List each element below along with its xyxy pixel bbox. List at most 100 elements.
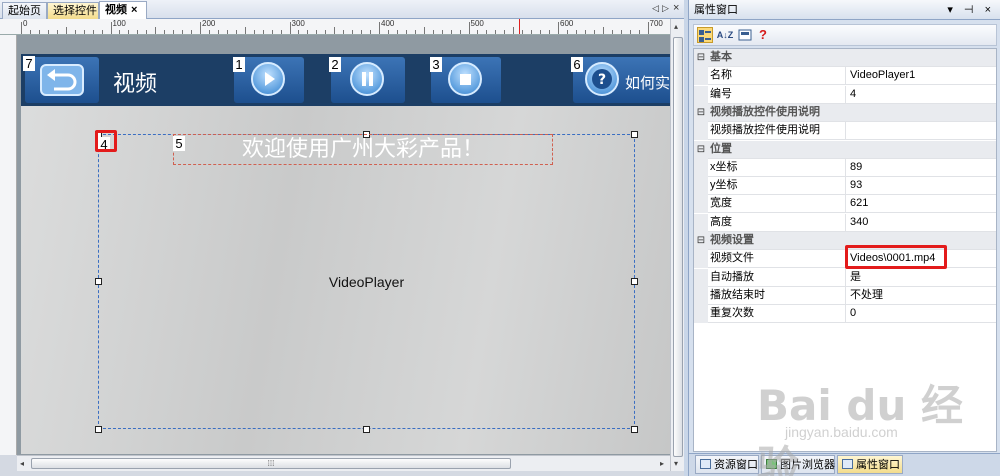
ruler-tick <box>540 30 542 34</box>
property-category[interactable]: ⊟ 视频播放控件使用说明 <box>694 103 996 122</box>
tab-label: 资源窗口 <box>714 459 758 471</box>
sort-az-icon: A↓Z <box>716 30 734 40</box>
highlight-box <box>95 130 117 152</box>
pause-button[interactable] <box>331 57 405 103</box>
ruler-tick <box>459 30 461 34</box>
property-row[interactable]: x坐标 89 <box>694 158 996 177</box>
property-category[interactable]: ⊟ 基本 <box>694 49 996 67</box>
ruler-tick <box>137 30 139 34</box>
ruler-tick <box>566 30 568 34</box>
property-value[interactable]: 是 <box>847 269 995 287</box>
tab-close-icon[interactable]: × <box>131 4 137 16</box>
collapse-toggle-icon[interactable]: ⊟ <box>694 232 708 250</box>
baidu-jingyan-watermark: Bai du 经验 jingyan.baidu.com <box>745 368 990 476</box>
ruler-tick <box>182 30 184 34</box>
watermark-url: jingyan.baidu.com <box>785 424 898 440</box>
ruler-tick <box>558 22 559 34</box>
ruler-label: 200 <box>202 19 216 28</box>
scroll-up-icon[interactable]: ▴ <box>674 22 678 31</box>
scroll-left-icon[interactable]: ◂ <box>20 459 24 468</box>
property-value[interactable]: 0 <box>847 305 995 323</box>
close-document-icon[interactable]: × <box>673 2 679 14</box>
control-id-label: 5 <box>173 136 185 151</box>
ruler-tick <box>343 30 345 34</box>
property-row[interactable]: 名称 VideoPlayer1 <box>694 67 996 86</box>
highlight-box <box>845 245 947 269</box>
ruler-tick <box>208 30 210 34</box>
tab-select-control[interactable]: 选择控件 <box>47 2 99 19</box>
property-row[interactable]: 高度 340 <box>694 213 996 232</box>
property-name: 宽度 <box>708 195 846 214</box>
sort-az-button[interactable]: A↓Z <box>715 27 735 43</box>
resize-handle[interactable] <box>95 426 102 433</box>
property-value[interactable]: 621 <box>847 195 995 213</box>
scroll-thumb[interactable] <box>673 37 683 457</box>
welcome-text-control[interactable]: 欢迎使用广州大彩产品！ <box>173 134 553 165</box>
property-name: 高度 <box>708 213 846 232</box>
help-icon: ? <box>585 62 619 96</box>
category-label: 视频播放控件使用说明 <box>710 105 820 118</box>
video-player-control[interactable]: VideoPlayer <box>98 134 635 429</box>
control-id-label: 7 <box>23 56 35 71</box>
design-canvas[interactable]: 7 视频 1 2 3 ? 如何实 6 VideoPlayer 4 欢迎使用广州大… <box>17 35 670 455</box>
scroll-thumb[interactable]: ⁞⁞⁞ <box>31 458 511 469</box>
property-value[interactable]: 93 <box>847 177 995 195</box>
collapse-toggle-icon[interactable]: ⊟ <box>694 103 708 122</box>
property-name: 视频播放控件使用说明 <box>708 122 846 141</box>
back-button[interactable] <box>25 57 99 103</box>
ruler-tick <box>441 30 443 34</box>
ruler-tick <box>262 30 264 34</box>
property-value[interactable]: 不处理 <box>847 287 995 305</box>
tab-scroll-left-icon[interactable]: ◁ <box>652 3 659 14</box>
panel-window-controls[interactable]: ▾ ⊣ × <box>947 0 995 20</box>
row-gutter <box>694 67 708 86</box>
properties-toolbar: A↓Z ? <box>693 24 997 46</box>
property-name: 自动播放 <box>708 268 846 287</box>
property-row[interactable]: 播放结束时 不处理 <box>694 286 996 305</box>
tab-label: 选择控件 <box>53 5 97 17</box>
resize-handle[interactable] <box>363 426 370 433</box>
property-row[interactable]: 视频播放控件使用说明 <box>694 122 996 141</box>
tab-video[interactable]: 视频 × <box>99 1 147 19</box>
property-value[interactable]: 89 <box>847 159 995 177</box>
row-gutter <box>694 158 708 177</box>
ruler-tick <box>271 30 273 34</box>
property-value[interactable]: 340 <box>847 214 995 232</box>
tab-scroll-right-icon[interactable]: ▷ <box>662 3 669 14</box>
ruler-tick <box>486 30 488 34</box>
categorized-view-button[interactable] <box>697 27 713 43</box>
scroll-down-icon[interactable]: ▾ <box>674 459 678 468</box>
ruler-tick <box>629 30 631 34</box>
resize-handle[interactable] <box>631 278 638 285</box>
screen-preview[interactable]: 7 视频 1 2 3 ? 如何实 6 VideoPlayer 4 欢迎使用广州大… <box>21 54 670 454</box>
tab-resource-window[interactable]: 资源窗口 <box>695 455 759 474</box>
resize-handle[interactable] <box>631 426 638 433</box>
resource-window-icon <box>700 459 711 469</box>
property-row[interactable]: 自动播放是 <box>694 268 996 287</box>
scroll-right-icon[interactable]: ▸ <box>660 459 664 468</box>
row-gutter <box>694 305 708 324</box>
ruler-tick <box>29 30 31 34</box>
property-name: 名称 <box>708 67 846 86</box>
resize-handle[interactable] <box>95 278 102 285</box>
property-value[interactable]: 4 <box>847 86 995 104</box>
help-button[interactable]: ? <box>755 27 771 43</box>
property-row[interactable]: 宽度 621 <box>694 195 996 214</box>
horizontal-scrollbar[interactable]: ◂ ⁞⁞⁞ ▸ <box>17 455 670 471</box>
resize-handle[interactable] <box>631 131 638 138</box>
collapse-toggle-icon[interactable]: ⊟ <box>694 140 708 159</box>
ruler-tick <box>602 27 604 34</box>
property-value[interactable] <box>847 122 995 140</box>
ruler-tick <box>74 30 76 34</box>
property-value[interactable]: VideoPlayer1 <box>847 67 995 85</box>
help-button[interactable]: ? 如何实 <box>573 57 670 103</box>
property-row[interactable]: 重复次数 0 <box>694 305 996 324</box>
property-pages-button[interactable] <box>737 27 753 43</box>
vertical-scrollbar[interactable]: ▴ ▾ <box>670 19 684 471</box>
property-category[interactable]: ⊟ 位置 <box>694 140 996 159</box>
property-row[interactable]: 编号 4 <box>694 85 996 104</box>
tab-start-page[interactable]: 起始页 <box>2 2 47 19</box>
collapse-toggle-icon[interactable]: ⊟ <box>694 49 708 67</box>
ruler-tick <box>200 22 201 34</box>
property-row[interactable]: y坐标 93 <box>694 177 996 196</box>
